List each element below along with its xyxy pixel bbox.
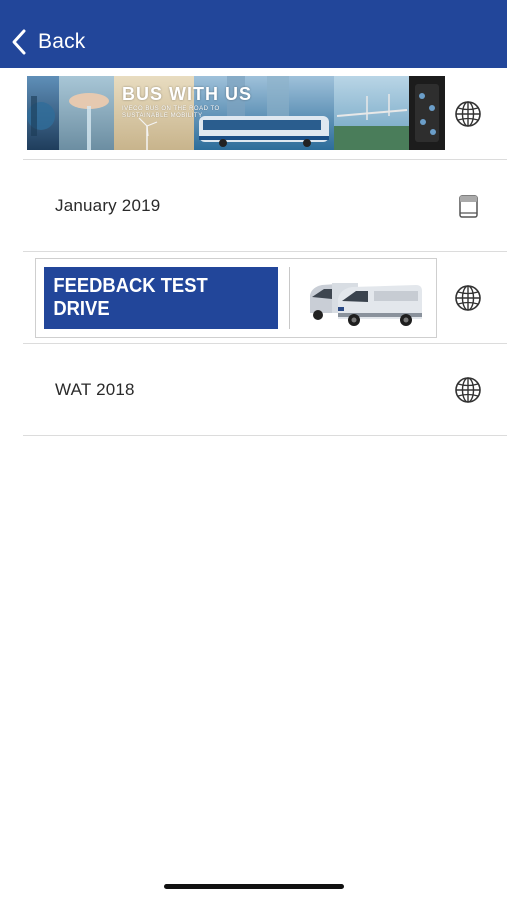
feedback-banner-divider <box>289 267 290 329</box>
home-indicator[interactable] <box>164 884 344 889</box>
list-item-bus-with-us[interactable]: BUS WITH US IVECO BUS ON THE ROAD TO SUS… <box>23 68 507 160</box>
list-item-feedback-test-drive[interactable]: FEEDBACK TEST DRIVE <box>23 252 507 344</box>
chevron-left-icon <box>12 29 26 55</box>
globe-icon[interactable] <box>453 375 483 405</box>
back-button[interactable]: Back <box>10 26 86 58</box>
bus-banner-title: BUS WITH US <box>122 84 252 104</box>
bus-banner-subtitle: IVECO BUS ON THE ROAD TO SUSTAINABLE MOB… <box>122 106 220 119</box>
list-item-january-2019[interactable]: January 2019 <box>23 160 507 252</box>
content-list: BUS WITH US IVECO BUS ON THE ROAD TO SUS… <box>0 68 507 436</box>
app-header: Back <box>0 0 507 68</box>
globe-icon[interactable] <box>453 283 483 313</box>
book-icon[interactable] <box>453 191 483 221</box>
back-label: Back <box>38 30 86 53</box>
feedback-test-drive-banner[interactable]: FEEDBACK TEST DRIVE <box>35 258 437 338</box>
feedback-banner-label-box: FEEDBACK TEST DRIVE <box>44 267 278 329</box>
vans-image <box>310 283 422 326</box>
list-item-label: January 2019 <box>55 195 161 215</box>
globe-icon[interactable] <box>453 99 483 129</box>
list-item-label: WAT 2018 <box>55 379 135 399</box>
feedback-banner-label: FEEDBACK TEST DRIVE <box>53 275 208 320</box>
bus-with-us-banner[interactable]: BUS WITH US IVECO BUS ON THE ROAD TO SUS… <box>27 76 445 150</box>
list-item-wat-2018[interactable]: WAT 2018 <box>23 344 507 436</box>
